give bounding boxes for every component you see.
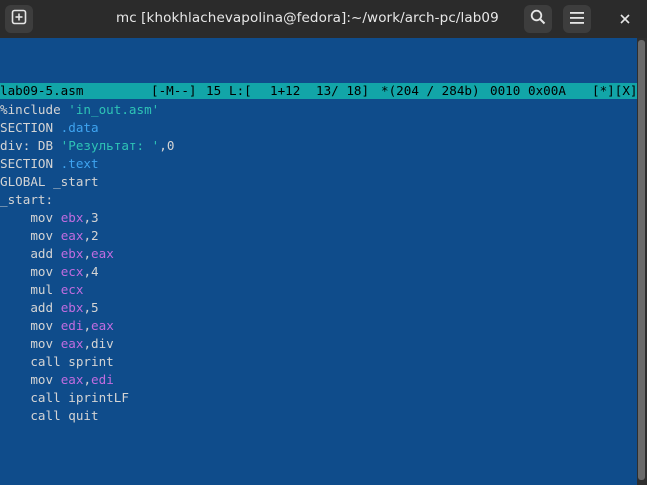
code-instruction: mov (30, 264, 54, 279)
menu-button[interactable] (563, 5, 591, 33)
window-title: mc [khokhlachevapolina@fedora]:~/work/ar… (116, 10, 499, 26)
code-token: ,3 (83, 210, 99, 225)
code-line: mov eax,edi (30, 372, 114, 387)
code-line: SECTION .data (0, 119, 99, 137)
new-tab-icon (11, 9, 27, 29)
status-mode: [-M--] (151, 83, 197, 98)
code-register: ebx (60, 300, 84, 315)
code-string: 'Результат: ' (60, 138, 160, 153)
hamburger-menu-icon (569, 10, 585, 29)
status-line-label: L:[ (229, 83, 252, 98)
code-instruction: mov (30, 228, 54, 243)
code-line: GLOBAL _start (0, 173, 99, 191)
code-line: mov eax,div (0, 335, 114, 353)
close-button[interactable] (613, 8, 637, 30)
code-label: _start: (0, 192, 54, 207)
code-instruction: mov (30, 318, 54, 333)
code-register: ebx (60, 210, 84, 225)
code-token: ,div (83, 336, 114, 351)
search-button[interactable] (524, 5, 552, 33)
code-token: GLOBAL _start (0, 174, 99, 189)
status-filename: lab09-5.asm (0, 83, 84, 98)
code-register: eax (60, 372, 84, 387)
code-register: ecx (60, 282, 84, 297)
code-line: SECTION .text (0, 155, 99, 173)
code-token: SECTION (0, 120, 54, 135)
code-section-name: .text (60, 156, 99, 171)
code-line: call sprint (0, 353, 114, 371)
code-instruction: add (30, 300, 54, 315)
code-register: ecx (60, 264, 84, 279)
code-register: edi (60, 318, 84, 333)
code-instruction: mov (30, 336, 54, 351)
code-line: mul ecx (0, 281, 83, 299)
code-token: ,2 (83, 228, 99, 243)
scrollbar-thumb[interactable] (638, 40, 645, 480)
code-line: call quit (0, 407, 99, 425)
code-token: ,0 (159, 138, 175, 153)
close-icon (619, 10, 631, 29)
code-line: call iprintLF (0, 389, 129, 407)
code-line: add ebx,5 (0, 299, 99, 317)
code-instruction: call quit (30, 408, 99, 423)
code-line: _start: (0, 191, 53, 209)
status-char-decimal: 0010 (490, 83, 521, 98)
code-line: div: DB 'Результат: ',0 (0, 137, 174, 155)
code-instruction: mul (30, 282, 54, 297)
code-token: SECTION (0, 156, 54, 171)
vertical-scrollbar[interactable] (637, 38, 647, 485)
status-byte-offset: *(204 / 284b) (381, 83, 480, 98)
new-tab-button[interactable] (5, 5, 33, 33)
code-token: div: DB (0, 138, 54, 153)
code-string: 'in_out.asm' (68, 102, 160, 117)
code-instruction: mov (30, 372, 54, 387)
status-flags: [*][X] (592, 83, 638, 98)
search-icon (530, 9, 546, 29)
code-instruction: mov (30, 210, 54, 225)
editor-status-bar: lab09-5.asm [-M--] 15 L:[ 1+12 13/ 18] *… (0, 83, 638, 99)
code-register: ebx (60, 246, 84, 261)
code-token: %include (0, 102, 61, 117)
code-line: mov edi,eax (30, 318, 114, 333)
code-line: mov eax,2 (0, 227, 99, 245)
window-titlebar: mc [khokhlachevapolina@fedora]:~/work/ar… (0, 0, 647, 38)
status-line-count: 13/ 18] (316, 83, 370, 98)
code-register: edi (91, 372, 114, 387)
status-column: 15 (206, 83, 222, 98)
code-line: %include 'in_out.asm' (0, 101, 159, 119)
code-register: eax (91, 318, 114, 333)
code-token: ,5 (83, 300, 99, 315)
code-line: mov ebx,3 (0, 209, 99, 227)
code-line: add ebx,eax (30, 246, 114, 261)
code-register: eax (91, 246, 114, 261)
code-instruction: call iprintLF (30, 390, 129, 405)
code-register: eax (60, 336, 84, 351)
code-instruction: call sprint (30, 354, 114, 369)
code-token: ,4 (83, 264, 99, 279)
code-line: mov ecx,4 (0, 263, 99, 281)
code-section-name: .data (60, 120, 99, 135)
code-instruction: add (30, 246, 54, 261)
code-register: eax (60, 228, 84, 243)
status-line-position: 1+12 (270, 83, 301, 98)
status-char-hex: 0x00A (528, 83, 566, 98)
editor-area[interactable]: lab09-5.asm [-M--] 15 L:[ 1+12 13/ 18] *… (0, 38, 638, 485)
